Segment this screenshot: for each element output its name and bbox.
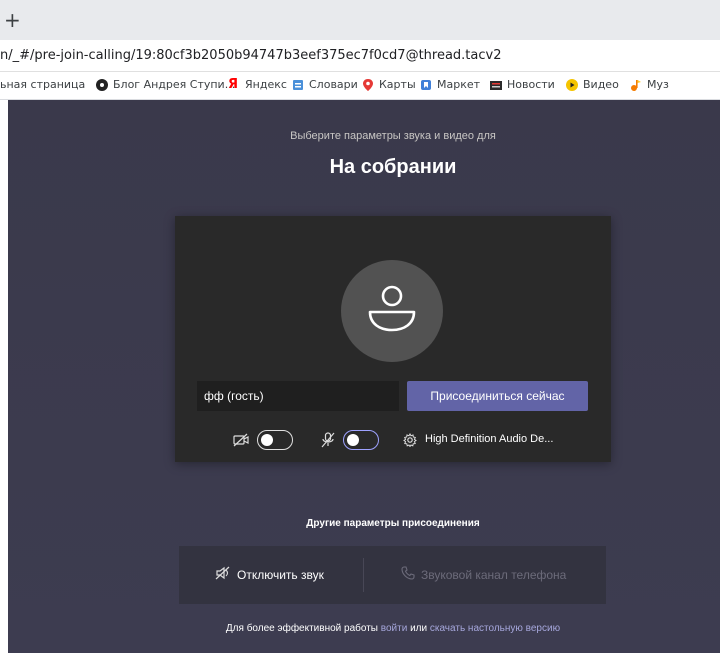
disc-icon (96, 78, 108, 91)
news-icon (490, 79, 502, 91)
map-pin-icon (362, 78, 374, 91)
bookmark-label: Блог Андрея Ступи... (113, 78, 236, 91)
camera-off-icon (233, 432, 249, 451)
bookmark-label: ьная страница (0, 78, 86, 91)
bookmark-label: Муз (647, 78, 669, 91)
mute-audio-option[interactable]: Отключить звук (215, 566, 324, 583)
speaker-off-icon (215, 566, 231, 583)
footer-text: Для более эффективной работы войти или с… (8, 623, 720, 634)
video-icon (566, 78, 578, 91)
bookmark-music[interactable]: Муз (630, 78, 669, 91)
bookmark-label: Карты (379, 78, 416, 91)
name-field[interactable]: фф (гость) (197, 381, 399, 411)
market-icon (420, 79, 432, 91)
music-icon (630, 79, 642, 91)
footer-prefix: Для более эффективной работы (225, 623, 378, 634)
yandex-icon: Я (228, 76, 239, 92)
preview-card: фф (гость) Присоединиться сейчас High De… (175, 216, 611, 462)
meeting-title: На собрании (329, 156, 457, 178)
bookmark-market[interactable]: Маркет (420, 78, 480, 91)
footer-or: или (410, 623, 428, 634)
bookmark-label: Видео (583, 78, 619, 91)
prejoin-subtitle: Выберите параметры звука и видео для (290, 130, 496, 142)
bookmark-dictionary[interactable]: Словари (292, 78, 358, 91)
prejoin-background: Выберите параметры звука и видео для На … (8, 100, 720, 653)
phone-audio-label: Звуковой канал телефона (421, 567, 567, 582)
new-tab-button[interactable]: + (4, 10, 21, 30)
other-options-title: Другие параметры присоединения (306, 518, 480, 529)
bookmark-label: Словари (309, 78, 358, 91)
mic-off-icon (321, 432, 335, 452)
bookmark-video[interactable]: Видео (566, 78, 619, 91)
bookmark-label: Новости (507, 78, 555, 91)
phone-audio-option[interactable]: Звуковой канал телефона (401, 566, 566, 583)
bookmark-yandex[interactable]: Я Яндекс (228, 76, 287, 92)
bookmark-label: Яндекс (245, 78, 287, 91)
url-text[interactable]: n/_#/pre-join-calling/19:80cf3b2050b9474… (0, 48, 501, 63)
options-divider (363, 558, 364, 592)
prejoin-screen: Выберите параметры звука и видео для На … (8, 100, 720, 653)
camera-toggle[interactable] (257, 430, 293, 450)
bookmark-home[interactable]: ьная страница (0, 78, 85, 91)
dictionary-icon (292, 79, 304, 91)
avatar (341, 260, 443, 362)
audio-device-label[interactable]: High Definition Audio De... (425, 433, 553, 445)
device-controls: High Definition Audio De... (175, 429, 611, 451)
mic-toggle-knob (347, 433, 359, 446)
mic-toggle[interactable] (343, 430, 379, 450)
bookmark-label: Маркет (437, 78, 481, 91)
join-now-button[interactable]: Присоединиться сейчас (407, 381, 588, 411)
mute-audio-label: Отключить звук (237, 567, 324, 582)
person-icon (368, 285, 416, 332)
bookmark-maps[interactable]: Карты (362, 78, 416, 91)
bookmark-news[interactable]: Новости (490, 78, 555, 91)
bookmarks-bar: ьная страница Блог Андрея Ступи... Я Янд… (0, 72, 720, 100)
address-bar[interactable]: n/_#/pre-join-calling/19:80cf3b2050b9474… (0, 40, 720, 72)
tab-strip: + (0, 0, 720, 40)
phone-icon (401, 566, 415, 583)
gear-icon[interactable] (403, 432, 417, 451)
download-desktop-link[interactable]: скачать настольную версию (430, 623, 560, 634)
bookmark-blog[interactable]: Блог Андрея Ступи... (96, 78, 235, 91)
camera-toggle-knob (261, 433, 273, 446)
other-join-options: Отключить звук Звуковой канал телефона (179, 546, 606, 604)
sign-in-link[interactable]: войти (381, 623, 408, 634)
